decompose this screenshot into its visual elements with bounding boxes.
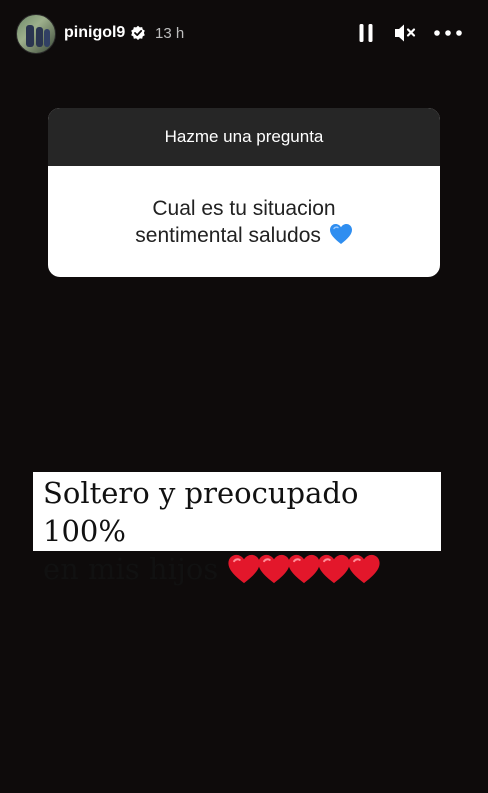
red-heart-icon: [228, 554, 261, 584]
answer-line2: en mis hijos: [43, 552, 219, 586]
more-options-icon[interactable]: [434, 30, 462, 36]
question-sticker[interactable]: Hazme una pregunta Cual es tu situacion …: [48, 108, 440, 277]
red-heart-icon: [318, 554, 351, 584]
answer-line1: Soltero y preocupado 100%: [43, 476, 359, 548]
mute-icon[interactable]: [393, 22, 417, 44]
post-time: 13 h: [155, 25, 185, 42]
profile-avatar[interactable]: [16, 14, 56, 54]
username-link[interactable]: pinigol9: [64, 24, 125, 42]
red-hearts-group: [227, 553, 381, 594]
question-text-line1: Cual es tu situacion: [152, 196, 336, 220]
red-heart-icon: [288, 554, 321, 584]
verified-badge-icon: [131, 25, 145, 40]
red-heart-icon: [348, 554, 381, 584]
answer-text-block: Soltero y preocupado 100% en mis hijos: [33, 472, 441, 586]
question-sticker-body: Cual es tu situacion sentimental saludos: [48, 166, 440, 277]
question-sticker-title: Hazme una pregunta: [48, 108, 440, 166]
pause-icon[interactable]: [358, 23, 374, 43]
story-header: pinigol9 13 h: [0, 0, 488, 66]
question-text-line2: sentimental saludos: [135, 223, 321, 247]
red-heart-icon: [258, 554, 291, 584]
blue-heart-icon: [329, 223, 352, 244]
story-viewer[interactable]: pinigol9 13 h Hazme una pregunta Cual es…: [0, 0, 488, 793]
